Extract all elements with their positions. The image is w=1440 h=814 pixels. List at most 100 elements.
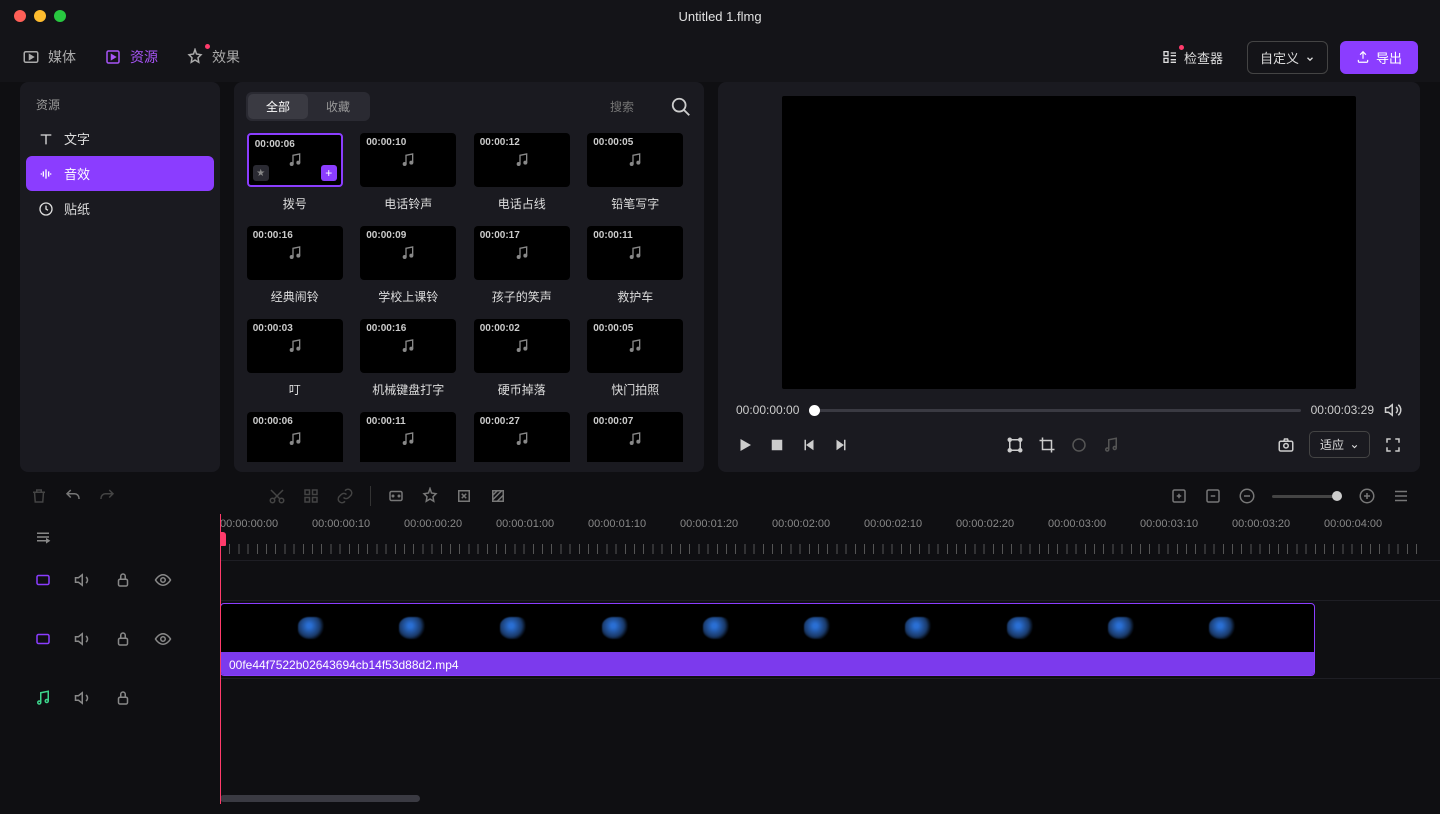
zoom-fit-icon[interactable] xyxy=(1170,487,1188,505)
audio-track-icon[interactable] xyxy=(34,689,52,707)
link-icon[interactable] xyxy=(336,487,354,505)
zoom-reset-icon[interactable] xyxy=(1204,487,1222,505)
redo-icon[interactable] xyxy=(98,487,116,505)
zoom-out-icon[interactable] xyxy=(1238,487,1256,505)
content-header: 全部 收藏 xyxy=(246,92,692,121)
fullscreen-icon[interactable] xyxy=(1384,436,1402,454)
asset-card[interactable]: 00:00:02硬币掉落 xyxy=(473,319,571,398)
asset-card[interactable]: 00:00:27 xyxy=(473,412,571,462)
sidebar-item-audio[interactable]: 音效 xyxy=(26,156,214,191)
hatch-icon[interactable] xyxy=(489,487,507,505)
asset-grid-wrap[interactable]: 00:00:06★+拨号00:00:10电话铃声00:00:12电话占线00:0… xyxy=(246,133,692,462)
track-area[interactable]: 00:00:00:0000:00:00:1000:00:00:2000:00:0… xyxy=(220,514,1440,804)
transform-icon[interactable] xyxy=(1006,436,1024,454)
ruler[interactable]: 00:00:00:0000:00:00:1000:00:00:2000:00:0… xyxy=(220,514,1440,560)
titlebar: Untitled 1.flmg xyxy=(0,0,1440,32)
asset-card[interactable]: 00:00:16经典闹铃 xyxy=(246,226,344,305)
stop-button[interactable] xyxy=(768,436,786,454)
close-window-button[interactable] xyxy=(14,10,26,22)
preview-timeline: 00:00:00:00 00:00:03:29 xyxy=(732,401,1406,419)
lock-icon[interactable] xyxy=(114,630,132,648)
visibility-icon[interactable] xyxy=(154,571,172,589)
video-track-icon[interactable] xyxy=(34,630,52,648)
add-track-icon[interactable] xyxy=(34,528,52,546)
minimize-window-button[interactable] xyxy=(34,10,46,22)
music-tool-icon[interactable] xyxy=(1102,436,1120,454)
add-badge[interactable]: + xyxy=(321,165,337,181)
sidebar-item-sticker[interactable]: 贴纸 xyxy=(26,191,214,226)
track-headers xyxy=(0,514,220,804)
playhead[interactable] xyxy=(220,514,221,804)
grid-icon[interactable] xyxy=(302,487,320,505)
ruler-label: 00:00:02:00 xyxy=(772,518,864,530)
music-icon xyxy=(400,338,416,354)
snapshot-icon[interactable] xyxy=(1277,436,1295,454)
export-button[interactable]: 导出 xyxy=(1340,41,1418,74)
track-row-1[interactable] xyxy=(220,560,1440,600)
ruler-label: 00:00:03:10 xyxy=(1140,518,1232,530)
asset-card[interactable]: 00:00:06 xyxy=(246,412,344,462)
track-row-3[interactable] xyxy=(220,678,1440,718)
cut-icon[interactable] xyxy=(268,487,286,505)
tab-resources[interactable]: 资源 xyxy=(104,47,158,67)
asset-card[interactable]: 00:00:11救护车 xyxy=(587,226,685,305)
circle-tool-icon[interactable] xyxy=(1070,436,1088,454)
asset-card[interactable]: 00:00:16机械键盘打字 xyxy=(360,319,458,398)
asset-card[interactable]: 00:00:09学校上课铃 xyxy=(360,226,458,305)
play-button[interactable] xyxy=(736,436,754,454)
tab-media[interactable]: 媒体 xyxy=(22,47,76,67)
maximize-window-button[interactable] xyxy=(54,10,66,22)
asset-card[interactable]: 00:00:05铅笔写字 xyxy=(587,133,685,212)
filter-all[interactable]: 全部 xyxy=(248,94,308,119)
asset-card[interactable]: 00:00:12电话占线 xyxy=(473,133,571,212)
next-frame-button[interactable] xyxy=(832,436,850,454)
search-input[interactable] xyxy=(610,100,660,114)
zoom-slider[interactable] xyxy=(1272,495,1342,498)
sidebar-sticker-label: 贴纸 xyxy=(64,199,90,218)
zoom-in-icon[interactable] xyxy=(1358,487,1376,505)
lock-icon[interactable] xyxy=(114,571,132,589)
preview-canvas[interactable] xyxy=(782,96,1356,389)
mute-icon[interactable] xyxy=(74,571,92,589)
asset-card[interactable]: 00:00:07 xyxy=(587,412,685,462)
custom-dropdown[interactable]: 自定义 xyxy=(1247,41,1328,74)
custom-label: 自定义 xyxy=(1260,48,1299,67)
asset-card[interactable]: 00:00:03叮 xyxy=(246,319,344,398)
music-icon xyxy=(287,152,303,168)
volume-icon[interactable] xyxy=(1384,401,1402,419)
undo-icon[interactable] xyxy=(64,487,82,505)
preview-scrubber-handle[interactable] xyxy=(809,405,820,416)
favorite-badge[interactable]: ★ xyxy=(253,165,269,181)
zoom-slider-handle[interactable] xyxy=(1332,491,1342,501)
asset-card[interactable]: 00:00:05快门拍照 xyxy=(587,319,685,398)
asset-card[interactable]: 00:00:11 xyxy=(360,412,458,462)
mute-icon[interactable] xyxy=(74,630,92,648)
lock-icon[interactable] xyxy=(114,689,132,707)
video-track-icon[interactable] xyxy=(34,571,52,589)
timeline-scrollbar[interactable] xyxy=(220,795,420,802)
video-clip[interactable]: 00fe44f7522b02643694cb14f53d88d2.mp4 xyxy=(220,603,1315,676)
music-icon xyxy=(400,152,416,168)
clip-thumbnails xyxy=(221,604,1314,652)
prev-frame-button[interactable] xyxy=(800,436,818,454)
star-icon[interactable] xyxy=(421,487,439,505)
search-icon[interactable] xyxy=(670,96,692,118)
filter-fav[interactable]: 收藏 xyxy=(308,94,368,119)
visibility-icon[interactable] xyxy=(154,630,172,648)
expand-icon[interactable] xyxy=(455,487,473,505)
crop-icon[interactable] xyxy=(1038,436,1056,454)
delete-icon[interactable] xyxy=(30,487,48,505)
preview-scrubber[interactable] xyxy=(809,409,1300,412)
asset-card[interactable]: 00:00:17孩子的笑声 xyxy=(473,226,571,305)
marker-icon[interactable] xyxy=(387,487,405,505)
asset-card[interactable]: 00:00:10电话铃声 xyxy=(360,133,458,212)
fit-dropdown[interactable]: 适应 xyxy=(1309,431,1370,458)
asset-thumbnail: 00:00:05 xyxy=(587,319,683,373)
mute-icon[interactable] xyxy=(74,689,92,707)
sidebar-item-text[interactable]: 文字 xyxy=(26,121,214,156)
track-row-2[interactable]: 00fe44f7522b02643694cb14f53d88d2.mp4 xyxy=(220,600,1440,678)
inspector-button[interactable]: 检查器 xyxy=(1150,42,1235,73)
list-view-icon[interactable] xyxy=(1392,487,1410,505)
asset-card[interactable]: 00:00:06★+拨号 xyxy=(246,133,344,212)
tab-effects[interactable]: 效果 xyxy=(186,47,240,67)
